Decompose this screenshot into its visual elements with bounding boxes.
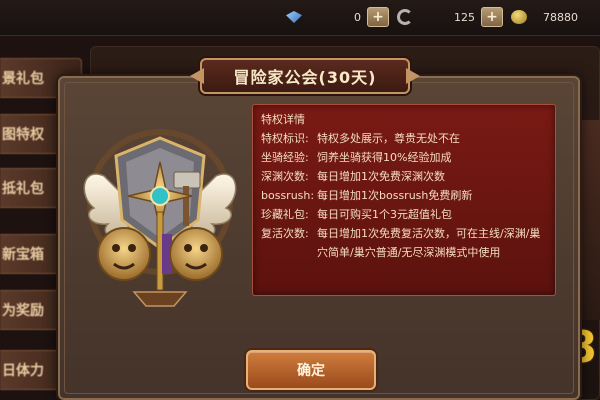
privilege-row: 深渊次数: 每日增加1次免费深渊次数 [261, 167, 547, 186]
privilege-key: bossrush: [261, 189, 315, 202]
privilege-details-panel: 特权详情 特权标识: 特权多处展示，尊贵无处不在 坐骑经验: 饲养坐骑获得10%… [252, 104, 556, 296]
privilege-row: 复活次数: 每日增加1次免费复活次数，可在主线/深渊/巢穴简单/巢穴普通/无尽深… [261, 224, 547, 262]
privilege-key: 特权标识: [261, 132, 309, 145]
side-menu-label: 为奖励 [2, 303, 44, 319]
guild-emblem-icon [83, 129, 237, 307]
gems-count: 0 [354, 10, 361, 24]
details-heading: 特权详情 [261, 113, 305, 126]
background-decoration [578, 120, 600, 320]
privilege-row: 坐骑经验: 饲养坐骑获得10%经验加成 [261, 148, 547, 167]
confirm-button[interactable]: 确定 [246, 350, 376, 390]
privilege-value: 特权多处展示，尊贵无处不在 [317, 132, 460, 145]
side-menu-label: 景礼包 [2, 71, 44, 87]
privilege-row: 特权标识: 特权多处展示，尊贵无处不在 [261, 129, 547, 148]
coin-icon [511, 10, 527, 24]
privilege-value: 饲养坐骑获得10%经验加成 [317, 151, 452, 164]
dialog-title: 冒险家公会(30天) [233, 68, 377, 87]
privilege-key: 深渊次数: [261, 170, 309, 183]
gems-resource: 0 + [286, 6, 413, 28]
coins-count: 78880 [543, 10, 578, 24]
side-menu-label: 抵礼包 [2, 181, 44, 197]
tokens-count: 125 [454, 10, 475, 24]
side-menu-label: 图特权 [2, 127, 44, 143]
add-tokens-button[interactable]: + [481, 7, 503, 27]
privilege-value: 每日增加1次免费复活次数，可在主线/深渊/巢穴简单/巢穴普通/无尽深渊模式中使用 [317, 227, 541, 259]
privilege-key: 珍藏礼包: [261, 208, 309, 221]
privilege-value: 每日可购买1个3元超值礼包 [317, 208, 452, 221]
gem-icon [286, 11, 302, 23]
privilege-row: 珍藏礼包: 每日可购买1个3元超值礼包 [261, 205, 547, 224]
privilege-value: 每日增加1次bossrush免费刷新 [317, 189, 473, 202]
tokens-resource: 125 + 78880 [454, 6, 578, 28]
privilege-key: 坐骑经验: [261, 151, 309, 164]
resource-bar: 0 + 125 + 78880 [0, 0, 600, 36]
add-gems-button[interactable]: + [367, 7, 389, 27]
swirl-icon [397, 9, 413, 25]
side-menu-label: 新宝箱 [2, 247, 44, 263]
privilege-key: 复活次数: [261, 227, 309, 240]
privilege-value: 每日增加1次免费深渊次数 [317, 170, 445, 183]
dialog-title-banner: 冒险家公会(30天) [200, 58, 410, 94]
side-menu-label: 日体力 [2, 363, 44, 379]
privilege-row: bossrush: 每日增加1次bossrush免费刷新 [261, 186, 547, 205]
